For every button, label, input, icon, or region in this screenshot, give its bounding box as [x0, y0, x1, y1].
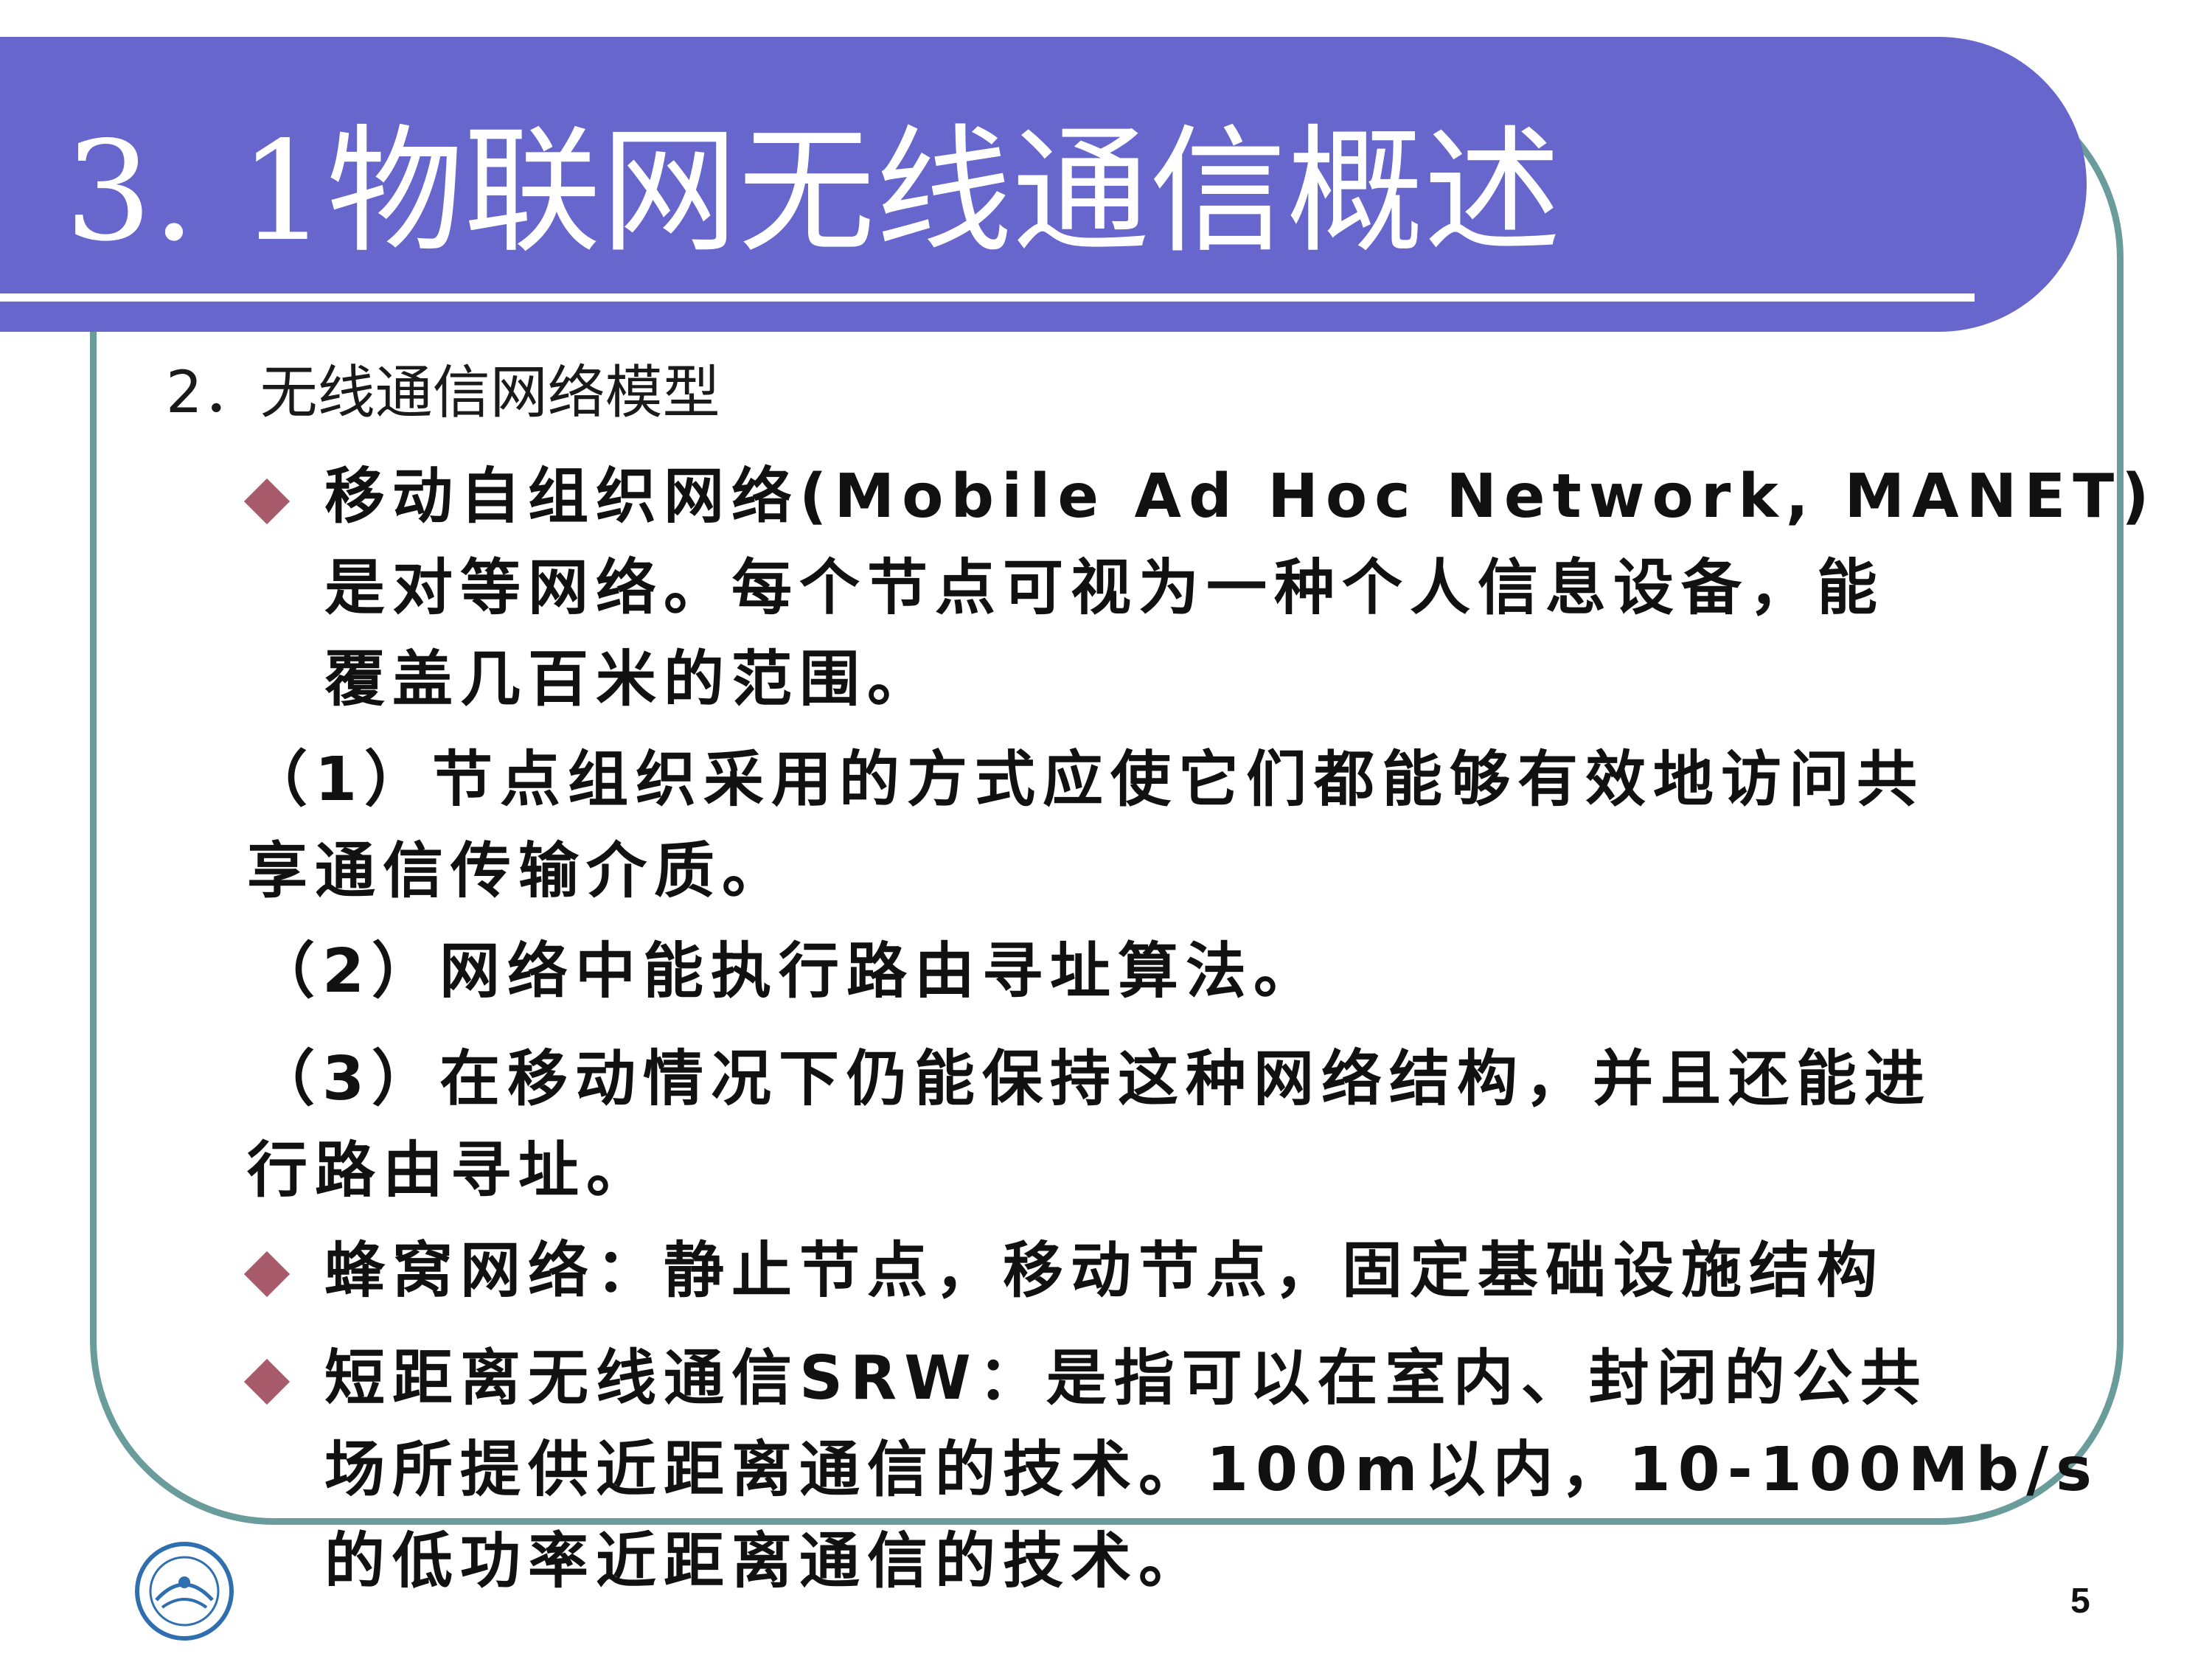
slide: 3. 1物联网无线通信概述 2．无线通信网络模型 移动自组织网络(Mobile … [0, 0, 2212, 1659]
manet-line-3: 覆盖几百米的范围。 [324, 644, 936, 714]
slide-title: 3. 1物联网无线通信概述 [65, 111, 1561, 271]
university-logo-icon [135, 1542, 234, 1641]
point-1-line-2: 享通信传输介质。 [247, 836, 790, 906]
srw-line-3: 的低功率近距离通信的技术。 [324, 1526, 1207, 1596]
cellular-line-1: 蜂窝网络：静止节点，移动节点，固定基础设施结构 [324, 1236, 1885, 1306]
page-number: 5 [2070, 1582, 2090, 1621]
point-1-line-1: （1）节点组织采用的方式应使它们都能够有效地访问共 [247, 745, 1925, 815]
manet-line-1: 移动自组织网络(Mobile Ad Hoc Network, MANET) [324, 462, 2157, 532]
title-divider-line [0, 293, 1975, 302]
point-3-line-1: （3）在移动情况下仍能保持这种网络结构，并且还能进 [254, 1044, 1933, 1114]
srw-line-2: 场所提供近距离通信的技术。100m以内，10-100Mb/s [324, 1435, 2099, 1505]
point-3-line-2: 行路由寻址。 [247, 1135, 655, 1206]
section-subheading: 2．无线通信网络模型 [166, 360, 720, 426]
point-2-line-1: （2）网络中能执行路由寻址算法。 [254, 936, 1322, 1006]
srw-line-1: 短距离无线通信SRW：是指可以在室内、封闭的公共 [324, 1343, 1928, 1413]
manet-line-2: 是对等网络。每个节点可视为一种个人信息设备，能 [324, 553, 1885, 623]
